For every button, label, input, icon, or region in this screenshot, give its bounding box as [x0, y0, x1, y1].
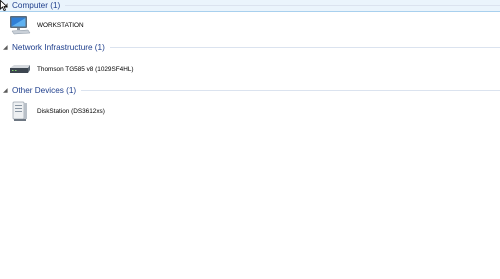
computer-icon — [8, 15, 32, 35]
group-divider — [65, 5, 500, 6]
mouse-cursor-icon — [0, 0, 8, 11]
group-header-computer[interactable]: ◢ Computer (1) — [0, 0, 500, 12]
device-label-workstation: WORKSTATION — [37, 21, 84, 29]
router-icon — [8, 59, 32, 79]
group-title-network-infrastructure: Network Infrastructure (1) — [12, 43, 105, 52]
collapse-caret-icon[interactable]: ◢ — [3, 45, 12, 51]
nas-icon — [8, 101, 32, 121]
group-header-network-infrastructure[interactable]: ◢ Network Infrastructure (1) — [0, 41, 500, 54]
group-title-other-devices: Other Devices (1) — [12, 86, 77, 95]
group-title-computer: Computer (1) — [12, 1, 61, 10]
group-header-other-devices[interactable]: ◢ Other Devices (1) — [0, 84, 500, 97]
group-divider — [109, 47, 500, 48]
collapse-caret-icon[interactable]: ◢ — [3, 88, 12, 94]
group-divider — [81, 90, 500, 91]
device-workstation[interactable]: WORKSTATION — [8, 15, 84, 35]
device-diskstation[interactable]: DiskStation (DS3612xs) — [8, 101, 105, 121]
device-label-thomson-router: Thomson TG585 v8 (1029SF4HL) — [37, 65, 134, 73]
device-label-diskstation: DiskStation (DS3612xs) — [37, 107, 105, 115]
device-thomson-router[interactable]: Thomson TG585 v8 (1029SF4HL) — [8, 59, 134, 79]
